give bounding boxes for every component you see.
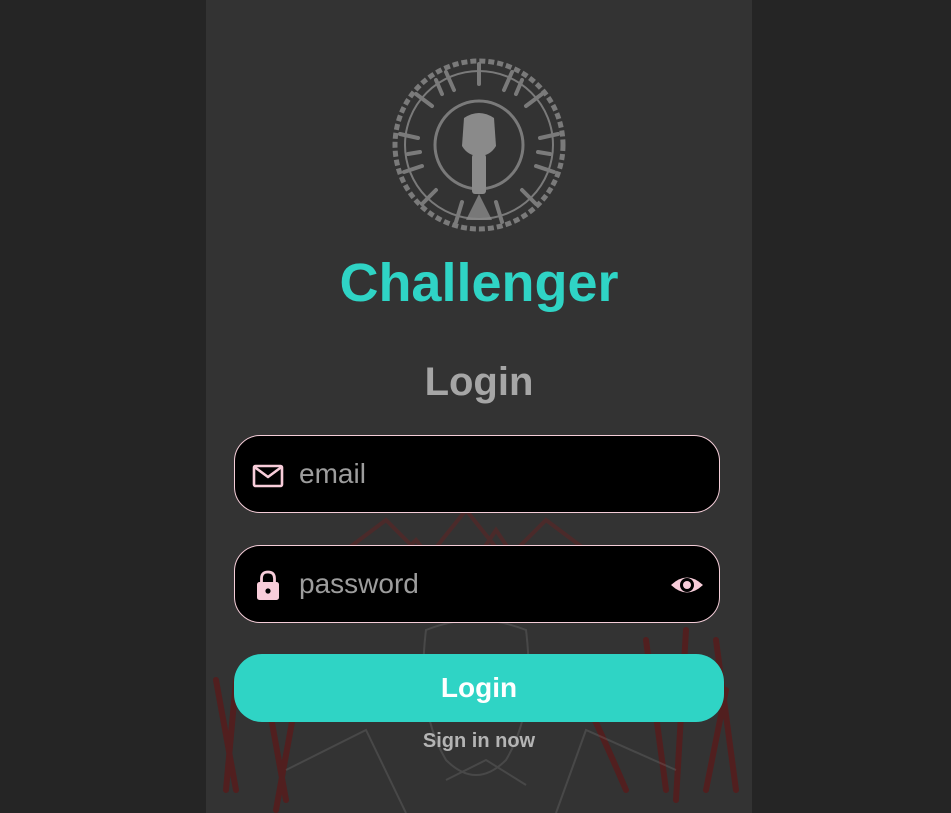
mail-icon (252, 464, 284, 488)
lock-icon (257, 570, 279, 600)
screen: Challenger Login Login Si (0, 0, 951, 813)
password-input[interactable] (299, 546, 659, 622)
email-input[interactable] (299, 436, 659, 512)
background-artwork (213, 506, 739, 813)
app-title: Challenger (339, 253, 619, 313)
login-button[interactable]: Login (234, 654, 724, 722)
login-panel: Challenger Login Login Si (206, 0, 752, 813)
eye-icon[interactable] (669, 568, 705, 602)
email-field[interactable] (234, 435, 720, 513)
page-title: Login (424, 360, 534, 404)
fist-emblem-icon (392, 58, 566, 232)
sign-in-now-link[interactable]: Sign in now (206, 728, 752, 754)
password-field[interactable] (234, 545, 720, 623)
